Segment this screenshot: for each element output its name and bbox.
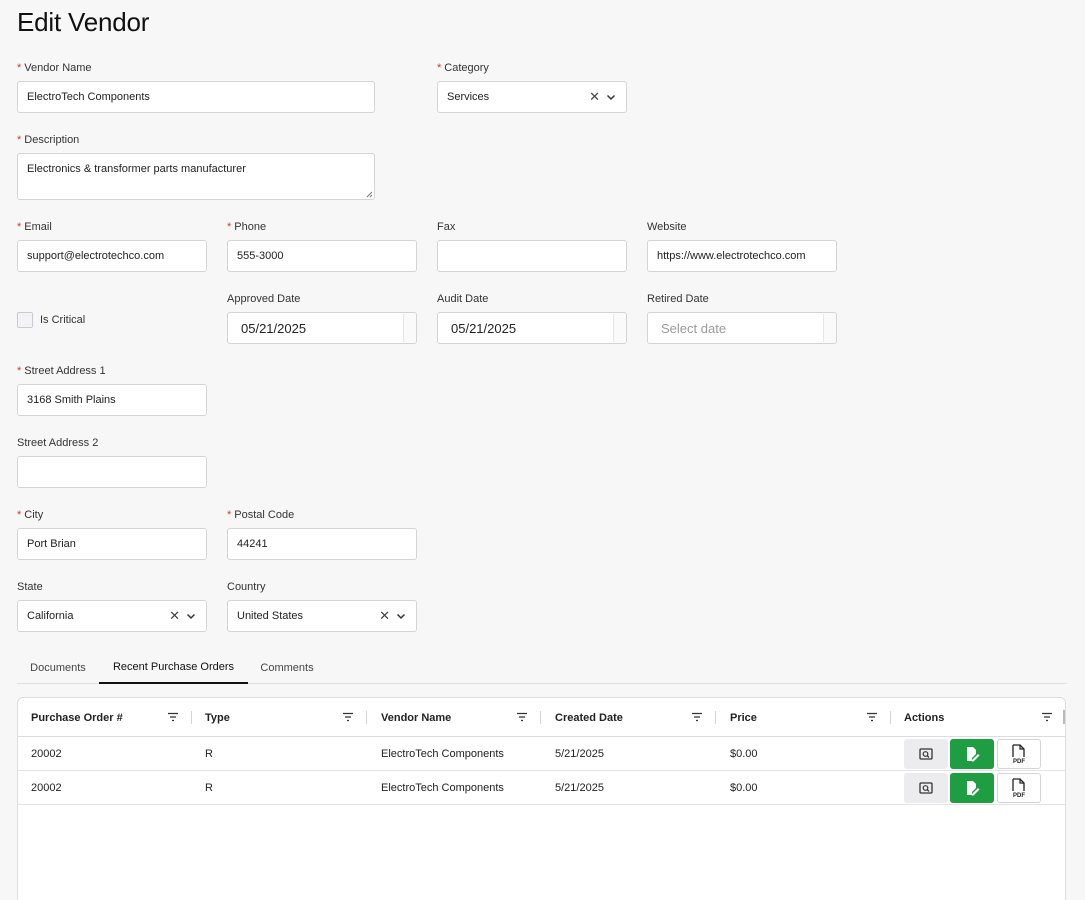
street-address-2-field[interactable] <box>17 456 207 488</box>
is-critical-checkbox[interactable] <box>17 312 33 328</box>
tab-comments[interactable]: Comments <box>248 651 326 684</box>
fax-label: Fax <box>437 221 456 233</box>
created-date-cell: 5/21/2025 <box>555 747 604 760</box>
clear-icon[interactable]: ✕ <box>589 90 600 104</box>
po-number-cell: 20002 <box>31 781 62 794</box>
website-field[interactable]: https://www.electrotechco.com <box>647 240 837 272</box>
column-header-price[interactable]: Price <box>730 698 757 737</box>
pdf-file-icon: PDF <box>1012 778 1025 798</box>
vendor-name-label: * Vendor Name <box>17 62 92 74</box>
city-label: * City <box>17 509 44 521</box>
country-label: Country <box>227 581 266 593</box>
description-value: Electronics & transformer parts manufact… <box>27 163 246 175</box>
retired-date-label: Retired Date <box>647 293 709 305</box>
edit-button[interactable] <box>950 739 994 769</box>
retired-date-picker[interactable]: Select date <box>647 312 837 344</box>
chevron-down-icon[interactable] <box>605 91 617 103</box>
category-label: * Category <box>437 62 489 74</box>
clear-icon[interactable]: ✕ <box>169 609 180 623</box>
audit-date-label: Audit Date <box>437 293 489 305</box>
website-label: Website <box>647 221 687 233</box>
street-address-1-field[interactable]: 3168 Smith Plains <box>17 384 207 416</box>
column-header-type[interactable]: Type <box>205 698 230 737</box>
filter-icon[interactable] <box>167 711 179 723</box>
filter-icon[interactable] <box>342 711 354 723</box>
category-select[interactable]: Services ✕ <box>437 81 627 113</box>
column-header-vendor-name[interactable]: Vendor Name <box>381 698 451 737</box>
audit-date-picker[interactable]: 05/21/2025 <box>437 312 627 344</box>
resize-handle-icon[interactable] <box>365 190 373 198</box>
edit-document-icon <box>967 747 980 762</box>
filter-icon[interactable] <box>866 711 878 723</box>
phone-label: * Phone <box>227 221 267 233</box>
table-row[interactable]: 20002 R ElectroTech Components 5/21/2025… <box>18 737 1065 771</box>
tab-bar: Documents Recent Purchase Orders Comment… <box>17 651 1067 684</box>
view-button[interactable] <box>904 773 948 803</box>
phone-field[interactable]: 555-3000 <box>227 240 417 272</box>
tab-documents[interactable]: Documents <box>17 651 99 684</box>
table-row[interactable]: 20002 R ElectroTech Components 5/21/2025… <box>18 771 1065 805</box>
state-value: California <box>27 610 74 622</box>
approved-date-value: 05/21/2025 <box>241 320 307 336</box>
type-cell: R <box>205 781 213 794</box>
column-header-po[interactable]: Purchase Order # <box>31 698 123 737</box>
retired-date-placeholder: Select date <box>661 320 727 336</box>
country-select[interactable]: United States ✕ <box>227 600 417 632</box>
po-number-cell: 20002 <box>31 747 62 760</box>
email-label: * Email <box>17 221 52 233</box>
search-document-icon <box>919 782 933 794</box>
vendor-name-cell: ElectroTech Components <box>381 747 504 760</box>
fax-field[interactable] <box>437 240 627 272</box>
price-cell: $0.00 <box>730 781 758 794</box>
svg-text:PDF: PDF <box>1013 759 1025 764</box>
pdf-file-icon: PDF <box>1012 744 1025 764</box>
vendor-name-cell: ElectroTech Components <box>381 781 504 794</box>
pdf-button[interactable]: PDF <box>997 739 1041 769</box>
column-header-created-date[interactable]: Created Date <box>555 698 623 737</box>
state-label: State <box>17 581 43 593</box>
street-address-1-label: * Street Address 1 <box>17 365 106 377</box>
approved-date-label: Approved Date <box>227 293 301 305</box>
purchase-orders-grid: Purchase Order # Type Vendor Name Create… <box>17 697 1066 900</box>
email-field[interactable]: support@electrotechco.com <box>17 240 207 272</box>
is-critical-label: Is Critical <box>40 314 86 326</box>
state-select[interactable]: California ✕ <box>17 600 207 632</box>
vendor-name-input[interactable]: ElectroTech Components <box>17 81 375 113</box>
country-value: United States <box>237 610 304 622</box>
price-cell: $0.00 <box>730 747 758 760</box>
filter-icon[interactable] <box>691 711 703 723</box>
street-address-2-label: Street Address 2 <box>17 437 99 449</box>
page-title: Edit Vendor <box>17 7 150 37</box>
filter-icon[interactable] <box>1041 711 1053 723</box>
postal-code-label: * Postal Code <box>227 509 295 521</box>
postal-code-field[interactable]: 44241 <box>227 528 417 560</box>
edit-document-icon <box>967 781 980 796</box>
grid-header: Purchase Order # Type Vendor Name Create… <box>18 698 1065 737</box>
audit-date-value: 05/21/2025 <box>451 320 517 336</box>
edit-button[interactable] <box>950 773 994 803</box>
category-value: Services <box>447 91 490 103</box>
pdf-button[interactable]: PDF <box>997 773 1041 803</box>
created-date-cell: 5/21/2025 <box>555 781 604 794</box>
chevron-down-icon[interactable] <box>185 610 197 622</box>
city-field[interactable]: Port Brian <box>17 528 207 560</box>
column-header-actions[interactable]: Actions <box>904 698 944 737</box>
description-label: * Description <box>17 134 80 146</box>
search-document-icon <box>919 748 933 760</box>
svg-text:PDF: PDF <box>1013 793 1025 798</box>
type-cell: R <box>205 747 213 760</box>
chevron-down-icon[interactable] <box>395 610 407 622</box>
clear-icon[interactable]: ✕ <box>379 609 390 623</box>
tab-recent-purchase-orders[interactable]: Recent Purchase Orders <box>99 651 248 684</box>
description-textarea[interactable]: Electronics & transformer parts manufact… <box>17 153 375 200</box>
view-button[interactable] <box>904 739 948 769</box>
filter-icon[interactable] <box>516 711 528 723</box>
approved-date-picker[interactable]: 05/21/2025 <box>227 312 417 344</box>
